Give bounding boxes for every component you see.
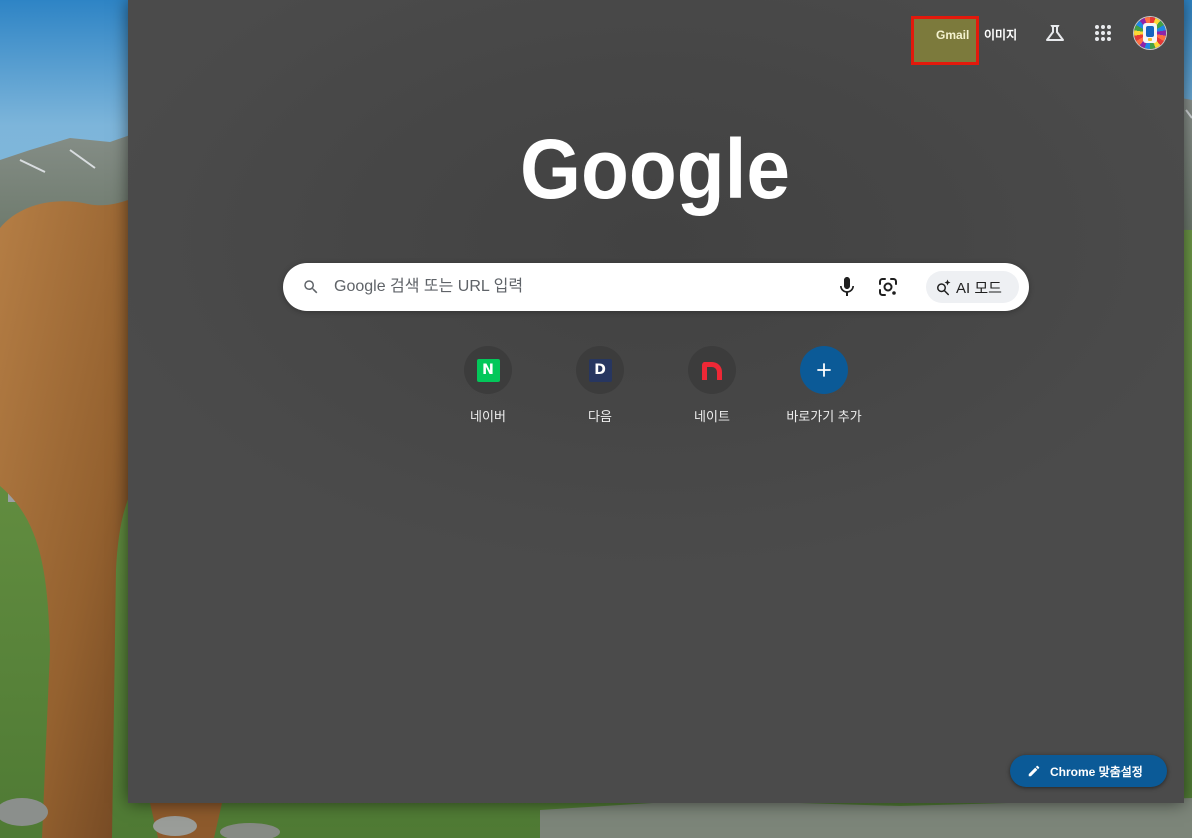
shortcut-label: 네이버 bbox=[470, 409, 506, 424]
avatar-figure bbox=[1146, 26, 1154, 37]
lens-icon bbox=[879, 278, 897, 296]
naver-logo-icon: N bbox=[476, 358, 500, 382]
browser-window: Gmail 이미지 Google Google 검색 또는 URL 입력 AI … bbox=[128, 0, 1184, 803]
search-icon bbox=[304, 280, 318, 294]
search-input[interactable] bbox=[334, 263, 824, 311]
shortcut-naver[interactable]: N 네이버 bbox=[432, 346, 544, 425]
google-logo-text: Google bbox=[520, 122, 790, 216]
shortcut-label: 바로가기 추가 bbox=[786, 409, 862, 424]
lens-search-button[interactable] bbox=[876, 275, 900, 299]
add-shortcut-circle bbox=[800, 346, 848, 394]
rock bbox=[153, 816, 197, 836]
apps-grid-icon bbox=[1095, 25, 1111, 41]
daum-logo-letter: D bbox=[594, 361, 606, 378]
shortcut-icon-circle: D bbox=[576, 346, 624, 394]
avatar-picture bbox=[1143, 23, 1157, 43]
shortcut-icon-circle bbox=[688, 346, 736, 394]
shortcut-label: 네이트 bbox=[694, 409, 730, 424]
images-link[interactable]: 이미지 bbox=[984, 27, 1017, 43]
account-avatar[interactable] bbox=[1134, 17, 1166, 49]
google-apps-button[interactable] bbox=[1091, 21, 1115, 45]
shortcut-nate[interactable]: 네이트 bbox=[656, 346, 768, 425]
pencil-icon bbox=[1028, 765, 1040, 777]
customize-chrome-label: Chrome 맞춤설정 bbox=[1050, 764, 1143, 779]
google-logo: Google bbox=[520, 122, 790, 216]
flask-icon bbox=[1046, 25, 1064, 41]
ai-mode-button[interactable]: AI 모드 bbox=[926, 271, 1019, 303]
ai-mode-label: AI 모드 bbox=[956, 279, 1002, 297]
ai-search-icon bbox=[937, 279, 951, 296]
labs-button[interactable] bbox=[1043, 21, 1067, 45]
mic-icon bbox=[840, 277, 854, 296]
gmail-link[interactable]: Gmail bbox=[936, 27, 969, 43]
shortcut-daum[interactable]: D 다음 bbox=[544, 346, 656, 425]
nate-logo-icon bbox=[702, 361, 722, 380]
naver-logo-letter: N bbox=[482, 361, 494, 378]
search-box[interactable]: AI 모드 bbox=[283, 263, 1029, 311]
voice-search-button[interactable] bbox=[835, 275, 859, 299]
add-shortcut-button[interactable]: 바로가기 추가 bbox=[768, 346, 880, 425]
shortcut-label: 다음 bbox=[588, 409, 612, 424]
customize-chrome-button[interactable]: Chrome 맞춤설정 bbox=[1010, 755, 1167, 787]
shortcut-icon-circle: N bbox=[464, 346, 512, 394]
avatar-detail bbox=[1148, 38, 1152, 41]
daum-logo-icon: D bbox=[588, 358, 612, 382]
plus-icon bbox=[817, 363, 831, 377]
